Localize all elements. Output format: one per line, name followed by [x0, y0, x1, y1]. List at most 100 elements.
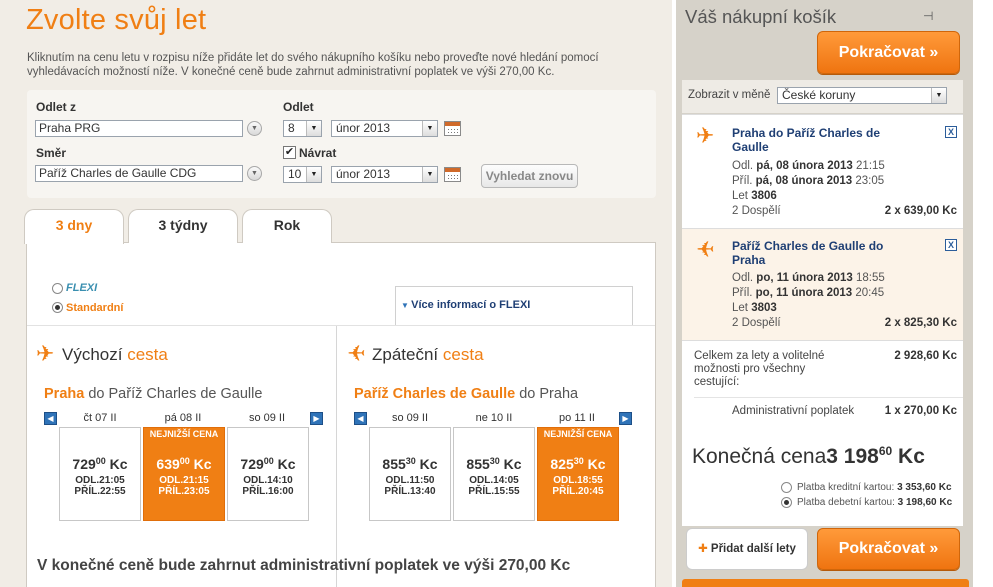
fare-price-int: 855 — [466, 456, 490, 472]
dep-time: 21:15 — [856, 160, 885, 172]
standard-label: Standardní — [66, 302, 124, 314]
add-flights-label: Přidat další lety — [710, 543, 796, 555]
cart-leg-route: Paříž Charles de Gaulle do Praha — [732, 239, 883, 267]
destination-label: Směr — [36, 146, 67, 160]
continue-label: Pokračovat — [838, 540, 925, 557]
fare-price-int: 639 — [156, 456, 180, 472]
return-fare-card[interactable]: 85530 Kc ODL.14:05 PŘÍL.15:55 — [453, 427, 535, 521]
continue-button-bottom[interactable]: Pokračovat » — [817, 528, 960, 570]
fare-arrival-time: PŘÍL.20:45 — [552, 486, 604, 497]
return-checkbox[interactable]: ✔ — [283, 146, 296, 159]
fare-price: 82530 Kc — [538, 456, 618, 472]
cart-leg-flight: Let 3803 — [732, 302, 777, 314]
arr-time: 20:45 — [855, 287, 885, 299]
outbound-next-day-arrow-icon[interactable]: ▶ — [310, 412, 323, 425]
flight-number: 3803 — [751, 302, 777, 314]
fare-price-int: 855 — [382, 456, 406, 472]
fare-price: 85530 Kc — [370, 456, 450, 472]
tab-3-days[interactable]: 3 dny — [24, 209, 124, 244]
flexi-label: FLEXI — [66, 282, 98, 294]
chevron-down-icon: ▼ — [401, 301, 412, 310]
departure-dropdown-icon[interactable]: ▼ — [247, 121, 262, 136]
continue-button-top[interactable]: Pokračovat » — [817, 31, 960, 74]
search-again-button[interactable]: Vyhledat znovu — [481, 164, 578, 188]
flexi-more-info-link[interactable]: ▼ Více informací o FLEXI — [401, 299, 530, 311]
fare-price-dec: 30 — [405, 456, 416, 466]
pay-credit-row: Platba kreditní kartou: 3 353,60 Kc — [797, 482, 952, 493]
outbound-prev-day-arrow-icon[interactable]: ◀ — [44, 412, 57, 425]
return-fare-card-selected[interactable]: NEJNIŽŠÍ CENA 82530 Kc ODL.18:55 PŘÍL.20… — [537, 427, 619, 521]
return-prev-day-arrow-icon[interactable]: ◀ — [354, 412, 367, 425]
dep-prefix: Odl. — [732, 272, 754, 284]
remove-leg-close-icon[interactable]: X — [945, 126, 957, 138]
outbound-calendar-icon[interactable] — [444, 121, 461, 136]
fare-price: 72900 Kc — [60, 456, 140, 472]
pay-debit-radio[interactable] — [781, 497, 792, 508]
pay-credit-label: Platba kreditní kartou: — [797, 482, 895, 493]
return-calendar-icon[interactable] — [444, 167, 461, 182]
fare-price-dec: 30 — [489, 456, 500, 466]
fare-price-int: 729 — [240, 456, 264, 472]
return-title: Zpáteční cesta — [372, 345, 484, 365]
total-value: 2 928,60 Kc — [894, 350, 957, 362]
fare-arrival-time: PŘÍL.15:55 — [468, 486, 520, 497]
dep-date: po, 11 února 2013 — [756, 272, 853, 284]
fare-price-dec: 00 — [95, 456, 106, 466]
tab-3-weeks[interactable]: 3 týdny — [128, 209, 238, 243]
final-price-currency: Kc — [898, 445, 925, 468]
outbound-month-select[interactable]: únor 2013 ▼ — [331, 120, 438, 137]
fare-price-dec: 30 — [573, 456, 584, 466]
fare-departure-time: ODL.14:05 — [469, 475, 519, 486]
return-month-select[interactable]: únor 2013 ▼ — [331, 166, 438, 183]
outbound-fare-card[interactable]: 72900 Kc ODL.14:10 PŘÍL.16:00 — [227, 427, 309, 521]
outbound-fare-card-selected[interactable]: NEJNIŽŠÍ CENA 63900 Kc ODL.21:15 PŘÍL.23… — [143, 427, 225, 521]
final-price-label: Konečná cena — [692, 445, 827, 468]
final-price-int: 3 198 — [826, 445, 879, 468]
pay-debit-value: 3 198,60 Kc — [897, 497, 953, 508]
cart-leg-departure: Odl. pá, 08 února 2013 21:15 — [732, 160, 885, 172]
pay-credit-radio[interactable] — [781, 482, 792, 493]
flexi-info-box[interactable]: ▼ Více informací o FLEXI — [395, 286, 633, 325]
fare-currency: Kc — [503, 456, 522, 472]
return-fare-card[interactable]: 85530 Kc ODL.11:50 PŘÍL.13:40 — [369, 427, 451, 521]
fare-arrival-time: PŘÍL.23:05 — [158, 486, 210, 497]
remove-leg-close-icon[interactable]: X — [945, 239, 957, 251]
fare-price: 85530 Kc — [454, 456, 534, 472]
total-label: Celkem za lety a volitelné možnosti pro … — [694, 350, 824, 389]
arr-prefix: Příl. — [732, 175, 753, 187]
outbound-fare-card[interactable]: 72900 Kc ODL.21:05 PŘÍL.22:55 — [59, 427, 141, 521]
cart-leg-return: ✈ Paříž Charles de Gaulle do Praha X Odl.… — [682, 228, 963, 340]
total-label-line: cestující: — [694, 376, 740, 388]
admin-fee-value: 1 x 270,00 Kc — [884, 405, 957, 417]
return-route-from: Paříž Charles de Gaulle — [354, 386, 516, 402]
return-next-day-arrow-icon[interactable]: ▶ — [619, 412, 632, 425]
return-day-select[interactable]: 10 ▼ — [283, 166, 322, 183]
flexi-radio[interactable] — [52, 283, 63, 294]
flight-prefix: Let — [732, 190, 748, 202]
destination-input[interactable]: Paříž Charles de Gaulle CDG — [35, 165, 243, 182]
pin-icon[interactable]: ⊣ — [923, 9, 933, 23]
intro-line-1: Kliknutím na cenu letu v rozpisu níže př… — [27, 52, 599, 64]
return-title-highlight: cesta — [442, 345, 484, 364]
lowest-price-badge: NEJNIŽŠÍ CENA — [543, 429, 613, 439]
destination-dropdown-icon[interactable]: ▼ — [247, 166, 262, 181]
standard-radio[interactable] — [52, 302, 63, 313]
add-flights-button[interactable]: ✚ Přidat další lety — [686, 528, 808, 570]
outbound-day-select[interactable]: 8 ▼ — [283, 120, 322, 137]
tab-year[interactable]: Rok — [242, 209, 332, 243]
departure-input[interactable]: Praha PRG — [35, 120, 243, 137]
fare-price-int: 729 — [72, 456, 96, 472]
intro-text: Kliknutím na cenu letu v rozpisu níže př… — [27, 51, 667, 79]
flight-number: 3806 — [751, 190, 777, 202]
page-margin — [973, 0, 993, 587]
chevron-down-icon: ▼ — [422, 121, 437, 136]
arr-date: po, 11 února 2013 — [755, 287, 853, 299]
plane-departure-icon: ✈ — [36, 341, 55, 366]
divider — [694, 397, 963, 398]
currency-select[interactable]: České koruny ▼ — [777, 87, 947, 104]
cart-leg-route-line: Gaulle — [732, 140, 769, 154]
cart-leg-route-line: Praha — [732, 253, 766, 267]
fare-currency: Kc — [587, 456, 606, 472]
fare-departure-time: ODL.21:15 — [159, 475, 209, 486]
total-label-line: Celkem za lety a volitelné — [694, 350, 825, 362]
